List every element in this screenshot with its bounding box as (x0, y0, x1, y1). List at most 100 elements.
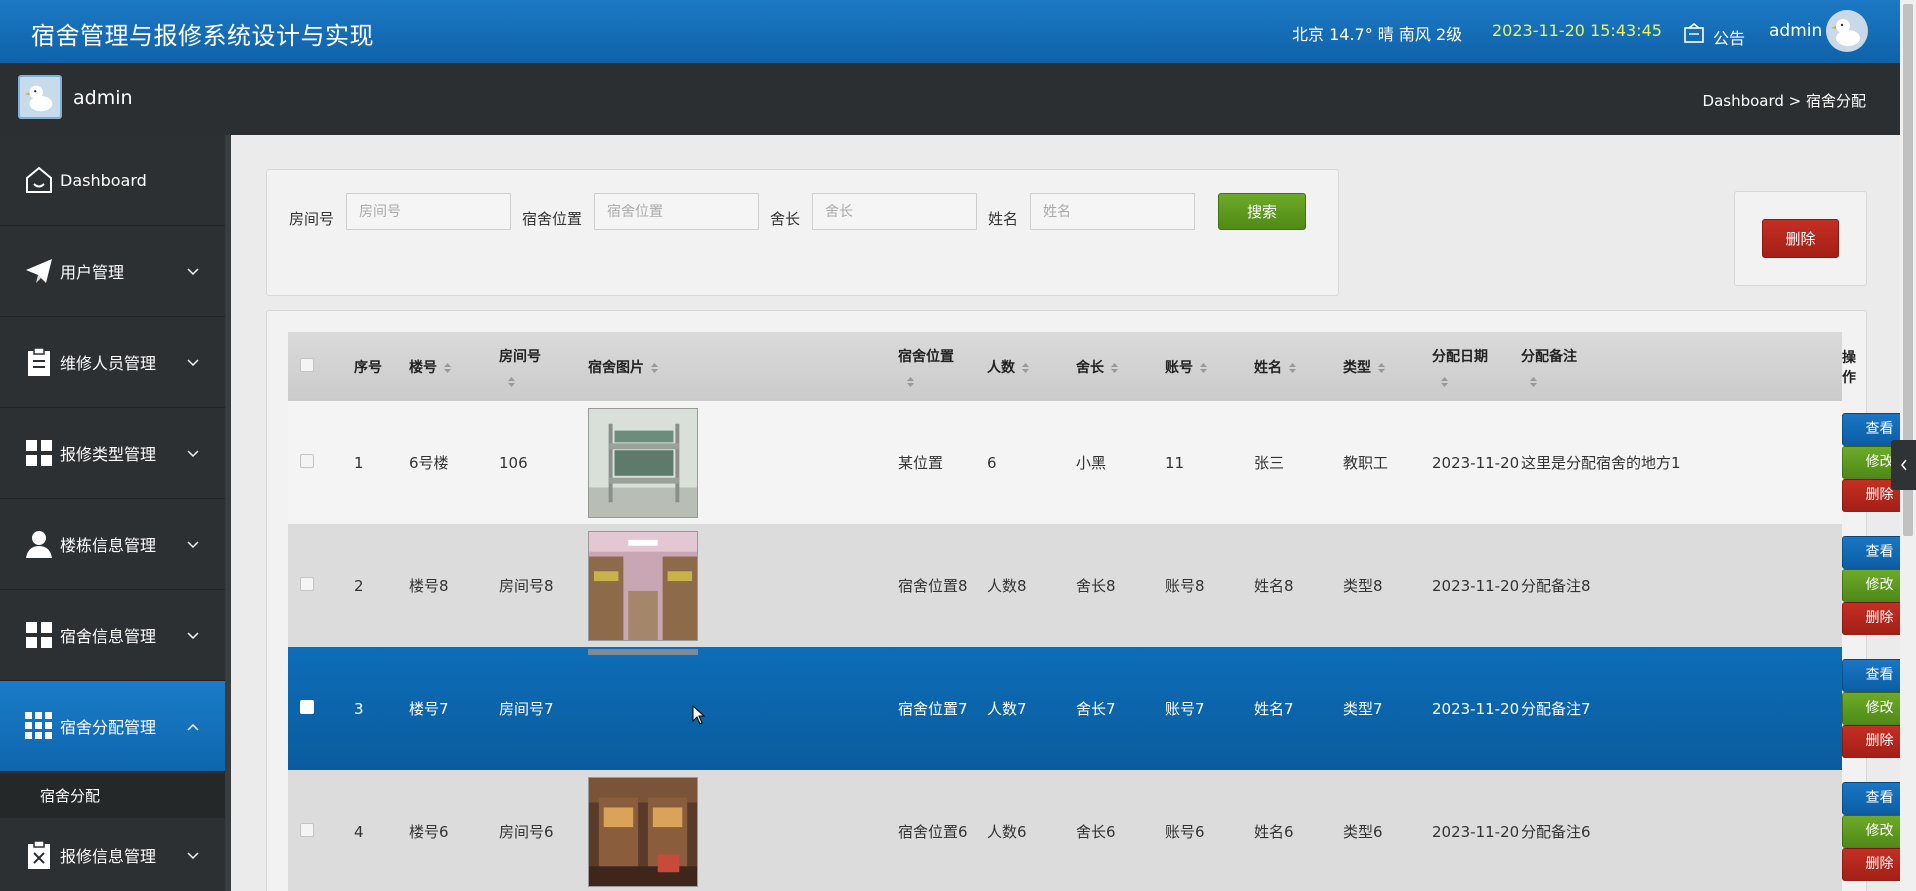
notice-link[interactable]: 公告 (1683, 17, 1745, 49)
sort-icon (1378, 362, 1385, 373)
col-header-building[interactable]: 楼号 (409, 332, 499, 401)
chevron-down-icon (187, 535, 201, 553)
sidebar-item-repairmen[interactable]: 维修人员管理 (0, 317, 225, 408)
dorm-photo-image[interactable] (588, 649, 698, 655)
search-panel: 房间号 宿舍位置 舍长 姓名 搜索 (266, 169, 1339, 296)
col-header-account[interactable]: 账号 (1165, 332, 1254, 401)
col-header-count[interactable]: 人数 (987, 332, 1076, 401)
avatar[interactable] (18, 75, 62, 119)
location-input[interactable] (594, 193, 759, 230)
sort-icon (907, 376, 914, 387)
chevron-down-icon (187, 626, 201, 644)
row-checkbox[interactable] (300, 822, 314, 837)
clipboard-x-icon (22, 838, 56, 872)
cell-type: 类型8 (1343, 576, 1383, 595)
col-header-location[interactable]: 宿舍位置 (898, 332, 987, 401)
cell-account: 账号8 (1165, 576, 1205, 595)
cell-account: 账号7 (1165, 699, 1205, 718)
table-row[interactable]: 2 楼号8 房间号8 宿舍位置8 人数8 舍长8 账号8 姓名8 类型8 202… (288, 524, 1916, 647)
cell-name: 张三 (1254, 453, 1285, 472)
col-header-type[interactable]: 类型 (1343, 332, 1432, 401)
col-header-leader[interactable]: 舍长 (1076, 332, 1165, 401)
room-input[interactable] (346, 193, 511, 230)
table-row[interactable]: 1 6号楼 106 某位置 6 小黑 11 张三 教职工 2023-11-20 … (288, 401, 1916, 524)
cell-building: 楼号8 (409, 576, 449, 595)
sidebar-item-label: 楼栋信息管理 (60, 536, 157, 555)
sidebar-subitem-dorm-allocation[interactable]: 宿舍分配 (0, 774, 225, 818)
sidebar-item-dorm-allocation[interactable]: 宿舍分配管理 (0, 681, 225, 772)
name-input[interactable] (1030, 193, 1195, 230)
cell-count: 人数6 (987, 822, 1027, 841)
room-label: 房间号 (289, 210, 335, 228)
grid-icon (22, 436, 56, 470)
cell-location: 宿舍位置8 (898, 576, 968, 595)
avatar[interactable] (1826, 10, 1868, 52)
duck-avatar-icon (1831, 19, 1860, 46)
main-content: 房间号 宿舍位置 舍长 姓名 搜索 删除 序号 楼号 房间号 宿舍 (231, 135, 1916, 891)
table-row[interactable]: 3 楼号7 房间号7 宿舍位置7 人数7 舍长7 账号7 姓名7 类型7 202… (288, 647, 1916, 770)
col-header-note[interactable]: 分配备注 (1521, 332, 1842, 401)
sort-icon (508, 376, 515, 387)
cell-index: 4 (354, 822, 364, 841)
cell-leader: 舍长6 (1076, 822, 1116, 841)
mouse-cursor-icon (692, 705, 706, 725)
duck-avatar-icon (24, 85, 53, 112)
col-header-name[interactable]: 姓名 (1254, 332, 1343, 401)
cell-type: 类型6 (1343, 822, 1383, 841)
col-header-room[interactable]: 房间号 (499, 332, 588, 401)
sort-icon (1200, 362, 1207, 373)
cell-account: 11 (1165, 453, 1185, 472)
header-username[interactable]: admin (1769, 21, 1822, 41)
datetime: 2023-11-20 15:43:45 (1492, 21, 1662, 40)
leader-input[interactable] (812, 193, 977, 230)
user-bar: admin Dashboard > 宿舍分配 (0, 63, 1900, 135)
clipboard-icon (22, 345, 56, 379)
notice-icon (1684, 22, 1704, 43)
sidebar-item-repair-types[interactable]: 报修类型管理 (0, 408, 225, 499)
dorm-photo-image[interactable] (588, 530, 698, 641)
sidebar-item-repair-info[interactable]: 报修信息管理 (0, 818, 225, 891)
sidebar-item-label: 报修信息管理 (60, 846, 157, 866)
sort-icon (1111, 362, 1118, 373)
sidebar-item-label: 用户管理 (60, 263, 125, 282)
cell-date: 2023-11-20 (1432, 576, 1520, 595)
sidebar-item-dashboard[interactable]: Dashboard (0, 135, 225, 226)
sidebar-item-users[interactable]: 用户管理 (0, 226, 225, 317)
cell-building: 6号楼 (409, 453, 449, 472)
dorm-photo-image[interactable] (588, 776, 698, 887)
cell-location: 某位置 (898, 453, 944, 472)
sidebar-item-label: Dashboard (60, 170, 147, 190)
cell-name: 姓名6 (1254, 822, 1294, 841)
cell-leader: 舍长7 (1076, 699, 1116, 718)
col-header-date[interactable]: 分配日期 (1432, 332, 1521, 401)
sidebar-item-label: 宿舍信息管理 (60, 627, 157, 646)
cell-date: 2023-11-20 (1432, 699, 1520, 718)
dorm-photo-image[interactable] (588, 407, 698, 518)
row-checkbox[interactable] (300, 453, 314, 468)
paper-plane-icon (22, 254, 56, 288)
cell-type: 类型7 (1343, 699, 1383, 718)
table-panel: 序号 楼号 房间号 宿舍图片 宿舍位置 人数 舍长 账号 姓名 类型 分配日期 … (266, 310, 1916, 891)
app-title: 宿舍管理与报修系统设计与实现 (31, 22, 374, 50)
cell-count: 6 (987, 453, 997, 472)
sidebar-item-label: 宿舍分配管理 (60, 718, 157, 737)
side-panel-toggle[interactable] (1891, 440, 1916, 490)
cell-leader: 舍长8 (1076, 576, 1116, 595)
cell-building: 楼号6 (409, 822, 449, 841)
table-row[interactable]: 4 楼号6 房间号6 宿舍位置6 人数6 舍长6 账号6 姓名6 类型6 202… (288, 770, 1916, 891)
user-icon (22, 527, 56, 561)
sidebar-item-dorms[interactable]: 宿舍信息管理 (0, 590, 225, 681)
search-button[interactable]: 搜索 (1218, 193, 1306, 230)
col-header-photo[interactable]: 宿舍图片 (588, 332, 898, 401)
breadcrumb: Dashboard > 宿舍分配 (1702, 92, 1866, 110)
cell-type: 教职工 (1343, 453, 1389, 472)
row-checkbox[interactable] (300, 699, 314, 714)
cell-count: 人数7 (987, 699, 1027, 718)
sidebar-item-buildings[interactable]: 楼栋信息管理 (0, 499, 225, 590)
select-all-checkbox[interactable] (300, 357, 314, 372)
cell-note: 分配备注8 (1521, 576, 1591, 595)
sort-icon (1022, 362, 1029, 373)
cell-room: 房间号8 (499, 576, 554, 595)
row-checkbox[interactable] (300, 576, 314, 591)
batch-delete-button[interactable]: 删除 (1762, 219, 1839, 258)
